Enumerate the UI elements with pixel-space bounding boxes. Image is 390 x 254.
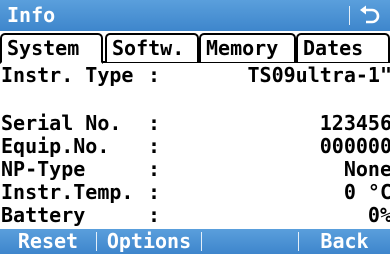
info-row-instrument-type: Instr. Type : TS09ultra-1" — [0, 63, 390, 87]
info-row-instrument-temperature: Instr.Temp. : 0 °C — [0, 180, 390, 204]
row-label: NP-Type — [1, 157, 86, 181]
row-label: Equip.No. — [1, 134, 110, 158]
row-label: Battery — [1, 203, 86, 227]
row-label: Serial No. — [1, 111, 122, 135]
tab-bar: System Softw. Memory Dates — [0, 31, 390, 64]
reset-button[interactable]: Reset — [0, 229, 96, 254]
tab-dates[interactable]: Dates — [296, 33, 390, 62]
row-separator: : — [148, 157, 161, 181]
info-row-battery: Battery : 0% — [0, 203, 390, 227]
row-value: TS09ultra-1" — [247, 63, 390, 87]
row-separator: : — [148, 134, 161, 158]
tab-label: Softw. — [112, 36, 185, 60]
tab-memory[interactable]: Memory — [199, 33, 296, 62]
info-row-np-type: NP-Type : None — [0, 157, 390, 181]
row-label: Instr. Type — [1, 63, 134, 87]
title-divider — [349, 6, 350, 25]
options-button[interactable]: Options — [97, 229, 201, 254]
tab-software[interactable]: Softw. — [105, 33, 199, 62]
row-value: None — [343, 157, 390, 181]
row-separator: : — [148, 111, 161, 135]
row-separator: : — [148, 203, 161, 227]
info-row-equipment-number: Equip.No. : 000000 — [0, 134, 390, 158]
row-separator: : — [148, 63, 161, 87]
row-label: Instr.Temp. — [1, 180, 134, 204]
row-value: 0% — [367, 203, 390, 227]
tab-label: Memory — [206, 36, 279, 60]
title-bar: Info — [0, 0, 390, 31]
tab-label: Dates — [303, 36, 364, 60]
row-value: 000000 — [319, 134, 390, 158]
row-separator: : — [148, 180, 161, 204]
tab-system[interactable]: System — [0, 33, 103, 64]
window-title: Info — [7, 3, 56, 27]
info-row-serial-number: Serial No. : 123456 — [0, 111, 390, 135]
tab-label: System — [7, 36, 80, 60]
row-value: 123456 — [319, 111, 390, 135]
row-value: 0 °C — [343, 180, 390, 204]
softkey-empty — [202, 229, 298, 254]
softkey-bar: Reset Options Back — [0, 229, 390, 254]
back-button[interactable]: Back — [299, 229, 390, 254]
return-arrow-icon[interactable] — [356, 4, 382, 28]
